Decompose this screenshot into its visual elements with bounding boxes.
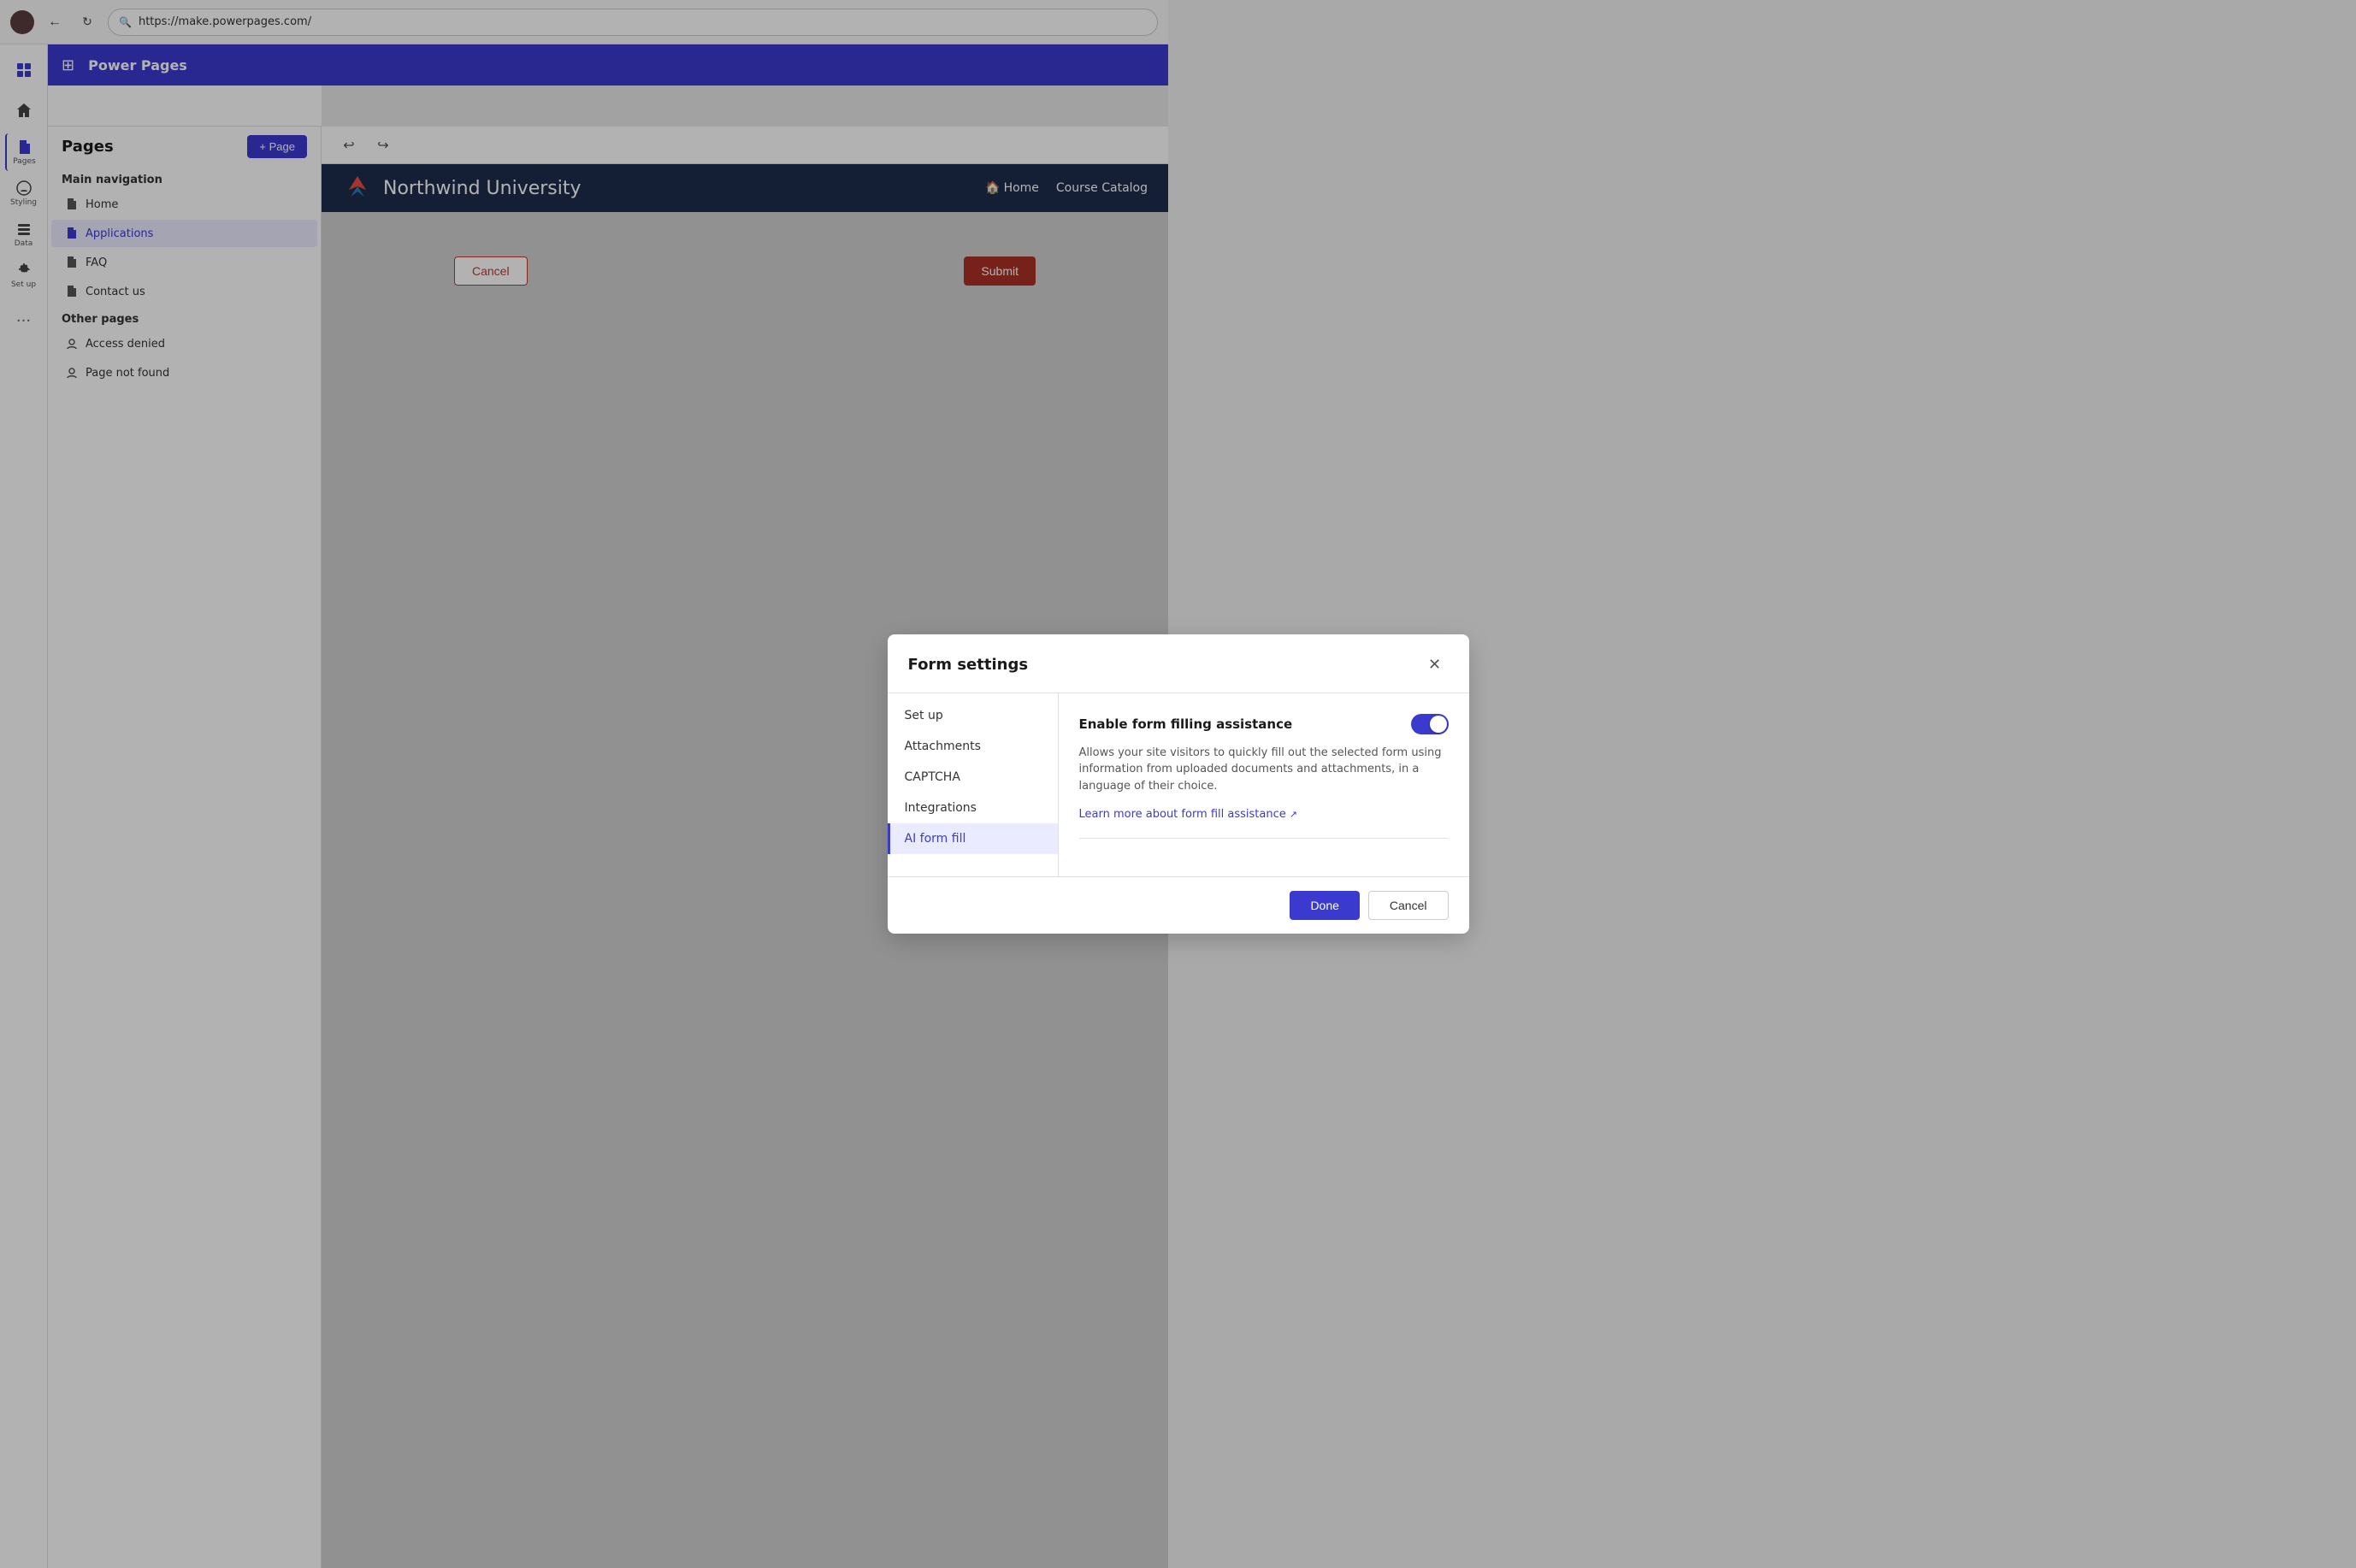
modal-header: Form settings ✕ xyxy=(888,634,1469,693)
form-settings-modal: Form settings ✕ Set up Attachments CAPTC… xyxy=(888,634,1469,934)
modal-nav-captcha[interactable]: CAPTCHA xyxy=(888,762,1058,793)
setting-description: Allows your site visitors to quickly fil… xyxy=(1079,745,1449,795)
section-divider xyxy=(1079,838,1449,839)
learn-more-link[interactable]: Learn more about form fill assistance ↗ xyxy=(1079,808,1449,821)
modal-nav-ai-form-fill[interactable]: AI form fill xyxy=(888,823,1058,854)
learn-more-text: Learn more about form fill assistance xyxy=(1079,808,1286,821)
external-link-icon: ↗ xyxy=(1290,809,1297,820)
cancel-button[interactable]: Cancel xyxy=(1368,891,1449,920)
modal-title: Form settings xyxy=(908,656,1029,674)
toggle-knob xyxy=(1430,716,1447,733)
modal-overlay[interactable]: Form settings ✕ Set up Attachments CAPTC… xyxy=(0,0,2356,1568)
modal-close-button[interactable]: ✕ xyxy=(1421,651,1449,679)
modal-main-content: Enable form filling assistance Allows yo… xyxy=(1059,693,1469,877)
form-fill-toggle[interactable] xyxy=(1411,714,1449,734)
modal-nav-setup[interactable]: Set up xyxy=(888,700,1058,731)
modal-nav-integrations[interactable]: Integrations xyxy=(888,793,1058,823)
modal-body: Set up Attachments CAPTCHA Integrations … xyxy=(888,693,1469,877)
modal-sidebar: Set up Attachments CAPTCHA Integrations … xyxy=(888,693,1059,877)
toggle-label: Enable form filling assistance xyxy=(1079,716,1293,732)
modal-footer: Done Cancel xyxy=(888,876,1469,934)
done-button[interactable]: Done xyxy=(1290,891,1359,920)
toggle-setting-row: Enable form filling assistance xyxy=(1079,714,1449,734)
modal-nav-attachments[interactable]: Attachments xyxy=(888,731,1058,762)
